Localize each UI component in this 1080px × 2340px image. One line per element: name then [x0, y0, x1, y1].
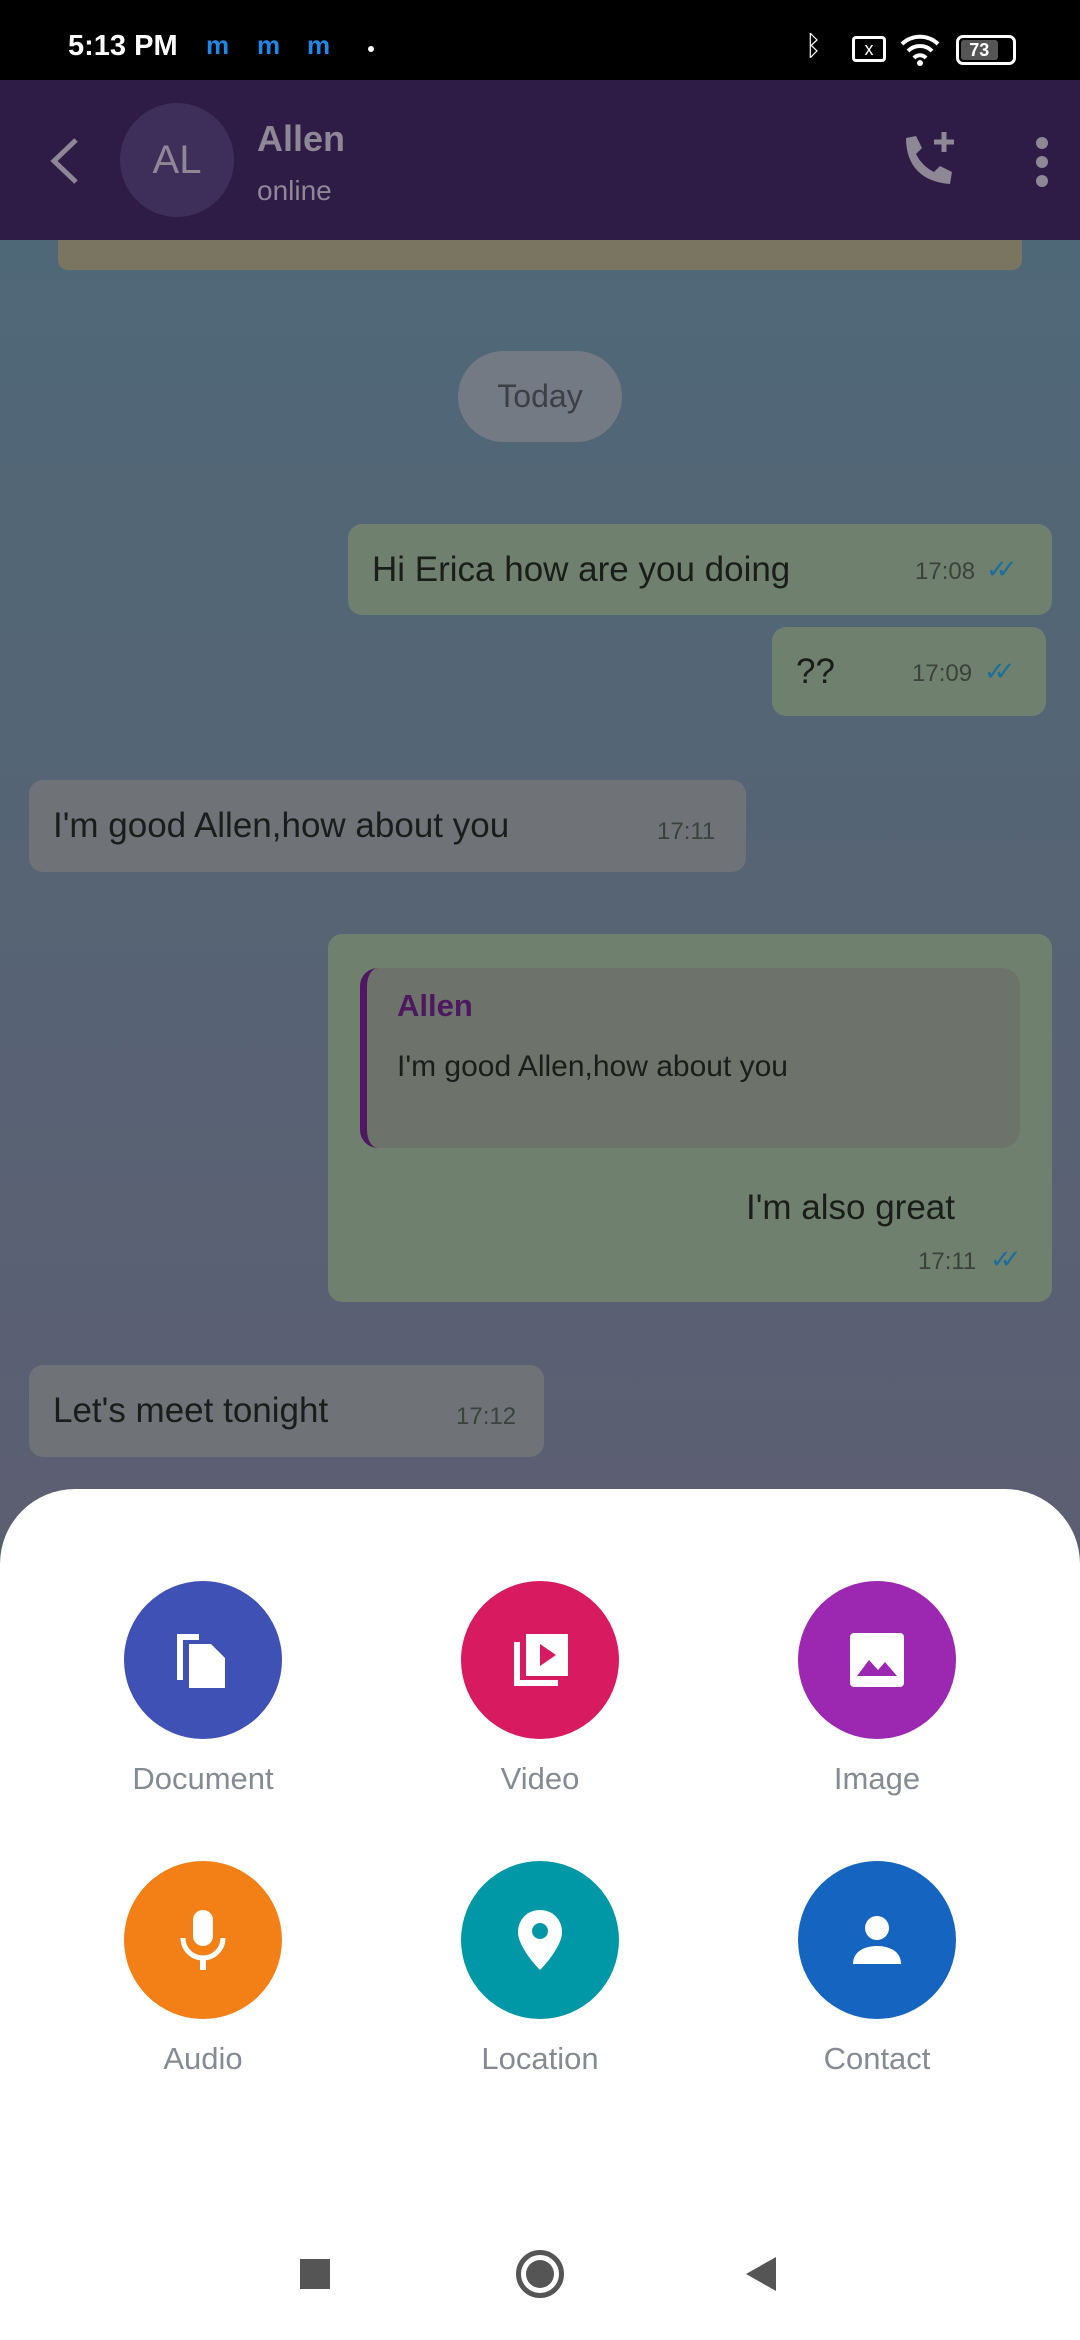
attach-label: Contact — [823, 2041, 931, 2076]
message-text: Let's meet tonight — [53, 1391, 329, 1430]
avatar[interactable]: AL — [120, 103, 234, 217]
message-time: 17:11 — [657, 818, 716, 845]
attach-label: Image — [833, 1761, 921, 1796]
bluetooth-icon: ᛒ — [805, 30, 822, 61]
person-icon — [798, 1861, 956, 2019]
recents-button[interactable] — [300, 2259, 330, 2289]
message-text: I'm good Allen,how about you — [53, 806, 510, 845]
notification-icon: m — [206, 30, 230, 60]
app-bar: AL Allen online — [0, 80, 1080, 240]
reply-text: I'm good Allen,how about you — [397, 1050, 788, 1083]
message-time: 17:08 — [915, 558, 976, 585]
battery-level: 73 — [961, 40, 998, 60]
attach-label: Location — [481, 2041, 599, 2076]
contact-status: online — [257, 175, 332, 206]
message-bubble[interactable]: Let's meet tonight 17:12 — [29, 1365, 544, 1457]
message-bubble[interactable]: Allen I'm good Allen,how about you I'm a… — [328, 934, 1052, 1302]
message-bubble[interactable]: I'm good Allen,how about you 17:11 — [29, 780, 746, 872]
attach-document-button[interactable]: Document — [73, 1581, 333, 1797]
attach-label: Audio — [163, 2041, 243, 2076]
sim-icon: x — [852, 36, 886, 62]
mic-icon — [124, 1861, 282, 2019]
attach-label: Document — [132, 1761, 274, 1796]
document-icon — [124, 1581, 282, 1739]
message-bubble[interactable]: Hi Erica how are you doing 17:08 ✓✓ — [348, 524, 1052, 615]
status-time: 5:13 PM — [68, 30, 178, 62]
battery-icon: 73 — [956, 35, 1016, 65]
message-time: 17:12 — [456, 1403, 517, 1430]
double-check-icon: ✓✓ — [990, 1244, 1021, 1274]
double-check-icon: ✓✓ — [984, 656, 1015, 686]
video-library-icon — [461, 1581, 619, 1739]
notification-icon: m — [257, 30, 281, 60]
back-nav-button[interactable] — [744, 2255, 778, 2293]
message-bubble-partial — [58, 240, 1022, 270]
attachment-sheet: Document Video Image Audio Location Cont… — [0, 1489, 1080, 2340]
message-text: ?? — [796, 652, 835, 691]
attach-video-button[interactable]: Video — [410, 1581, 670, 1797]
attach-location-button[interactable]: Location — [410, 1861, 670, 2077]
image-icon — [798, 1581, 956, 1739]
reply-quote[interactable]: Allen I'm good Allen,how about you — [360, 968, 1020, 1148]
notification-icon: m — [307, 30, 331, 60]
reply-author: Allen — [397, 988, 473, 1023]
chat-area[interactable]: Today Hi Erica how are you doing 17:08 ✓… — [0, 240, 1080, 1540]
date-chip: Today — [458, 351, 622, 442]
attach-image-button[interactable]: Image — [747, 1581, 1007, 1797]
location-pin-icon — [461, 1861, 619, 2019]
message-text: I'm also great — [746, 1188, 955, 1227]
contact-name[interactable]: Allen — [257, 118, 345, 160]
double-check-icon: ✓✓ — [986, 554, 1017, 584]
message-text: Hi Erica how are you doing — [372, 550, 791, 589]
home-button[interactable] — [516, 2250, 564, 2298]
more-options-icon[interactable] — [1032, 135, 1052, 189]
attach-contact-button[interactable]: Contact — [747, 1861, 1007, 2077]
message-time: 17:09 — [912, 660, 973, 687]
back-icon[interactable] — [48, 136, 80, 186]
message-time: 17:11 — [918, 1248, 977, 1275]
dot-icon — [368, 46, 374, 52]
wifi-icon — [900, 34, 940, 66]
message-bubble[interactable]: ?? 17:09 ✓✓ — [772, 627, 1046, 716]
attach-audio-button[interactable]: Audio — [73, 1861, 333, 2077]
add-call-icon[interactable] — [900, 130, 960, 190]
attach-label: Video — [500, 1761, 580, 1796]
status-bar: 5:13 PM m m m ᛒ x 73 — [0, 0, 1080, 80]
